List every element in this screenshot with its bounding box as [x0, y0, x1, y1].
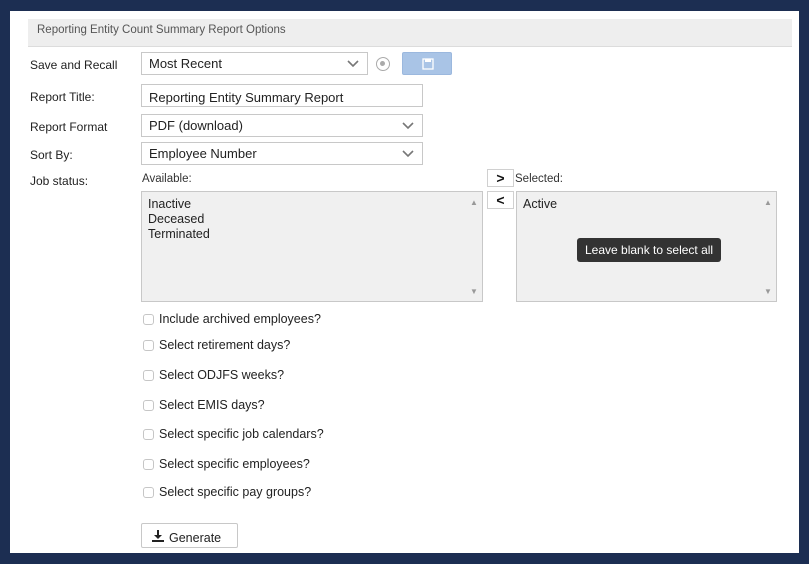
save-recall-value: Most Recent — [149, 56, 222, 71]
save-recall-select[interactable]: Most Recent — [141, 52, 368, 75]
option-label: Select specific employees? — [159, 457, 310, 471]
report-options-panel: Reporting Entity Count Summary Report Op… — [10, 11, 799, 553]
option-include-archived[interactable]: Include archived employees? — [143, 312, 321, 326]
list-item[interactable]: Deceased — [142, 212, 482, 227]
report-format-value: PDF (download) — [149, 118, 243, 133]
option-pay-groups[interactable]: Select specific pay groups? — [143, 485, 311, 499]
checkbox[interactable] — [143, 486, 154, 498]
option-emis-days[interactable]: Select EMIS days? — [143, 398, 265, 412]
report-format-select[interactable]: PDF (download) — [141, 114, 423, 137]
sort-by-select[interactable]: Employee Number — [141, 142, 423, 165]
scroll-down-icon[interactable]: ▼ — [470, 288, 478, 296]
job-status-label: Job status: — [30, 174, 89, 188]
option-label: Select specific job calendars? — [159, 427, 324, 441]
list-item[interactable]: Inactive — [142, 197, 482, 212]
add-selected-button[interactable]: > — [487, 169, 514, 187]
checkbox[interactable] — [143, 313, 154, 325]
scroll-up-icon[interactable]: ▲ — [764, 199, 772, 207]
option-label: Select EMIS days? — [159, 398, 265, 412]
checkbox[interactable] — [143, 428, 154, 440]
option-label: Select ODJFS weeks? — [159, 368, 285, 382]
available-listbox[interactable]: Inactive Deceased Terminated ▲ ▼ — [141, 191, 483, 302]
selected-label: Selected: — [515, 173, 563, 185]
report-format-label: Report Format — [30, 120, 108, 134]
generate-button[interactable]: Generate — [141, 523, 238, 548]
option-label: Select retirement days? — [159, 338, 291, 352]
save-recall-label: Save and Recall — [30, 58, 118, 72]
scroll-down-icon[interactable]: ▼ — [764, 288, 772, 296]
reset-icon[interactable] — [376, 57, 390, 71]
chevron-down-icon — [402, 148, 414, 158]
scroll-up-icon[interactable]: ▲ — [470, 199, 478, 207]
floppy-disk-icon — [422, 58, 434, 70]
available-label: Available: — [142, 173, 192, 185]
tooltip: Leave blank to select all — [577, 238, 722, 262]
option-job-calendars[interactable]: Select specific job calendars? — [143, 427, 324, 441]
panel-header: Reporting Entity Count Summary Report Op… — [28, 19, 792, 47]
sort-by-label: Sort By: — [30, 148, 73, 162]
option-retirement-days[interactable]: Select retirement days? — [143, 338, 290, 352]
chevron-down-icon — [347, 58, 359, 68]
checkbox[interactable] — [143, 339, 154, 351]
report-title-input[interactable] — [141, 84, 423, 107]
checkbox[interactable] — [143, 458, 154, 470]
option-label: Include archived employees? — [159, 312, 321, 326]
download-icon — [152, 530, 164, 542]
chevron-down-icon — [402, 120, 414, 130]
list-item[interactable]: Terminated — [142, 227, 482, 242]
option-label: Select specific pay groups? — [159, 485, 312, 499]
list-item[interactable]: Active — [517, 197, 776, 212]
checkbox[interactable] — [143, 369, 154, 381]
option-odjfs-weeks[interactable]: Select ODJFS weeks? — [143, 368, 284, 382]
checkbox[interactable] — [143, 399, 154, 411]
remove-selected-button[interactable]: < — [487, 191, 514, 209]
generate-label: Generate — [169, 530, 222, 545]
report-title-label: Report Title: — [30, 90, 95, 104]
option-specific-employees[interactable]: Select specific employees? — [143, 457, 310, 471]
save-button[interactable] — [402, 52, 452, 75]
sort-by-value: Employee Number — [149, 146, 257, 161]
